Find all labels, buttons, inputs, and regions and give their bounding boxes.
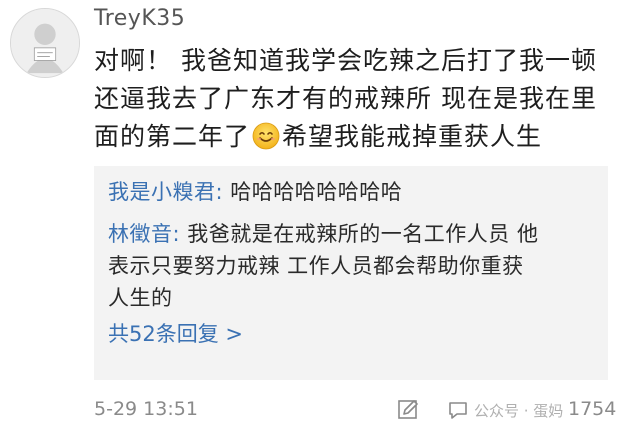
post-line: 还逼我去了广东才有的戒辣所 现在是我在里 — [94, 84, 597, 113]
post-line: 面的第二年了 — [94, 122, 251, 151]
reply-text: 哈哈哈哈哈哈哈哈 — [230, 180, 403, 204]
replies-box: 我是小糗君: 哈哈哈哈哈哈哈哈 林徵音: 我爸就是在戒辣所的一名工作人员 他 表… — [94, 166, 608, 380]
watermark: 公众号 · 蛋妈 — [474, 402, 564, 420]
smile-emoji-icon — [252, 122, 280, 150]
post-line: 对啊！ 我爸知道我学会吃辣之后打了我一顿 — [94, 46, 597, 75]
reply-separator: : — [215, 180, 231, 204]
reply-separator: : — [172, 222, 188, 246]
footer: 5-29 13:51 公众号 · 蛋妈 1754 — [94, 396, 616, 426]
post-body: 对啊！ 我爸知道我学会吃辣之后打了我一顿 还逼我去了广东才有的戒辣所 现在是我在… — [94, 42, 606, 156]
reply-text: 我爸就是在戒辣所的一名工作人员 他 — [187, 222, 539, 246]
reply-username[interactable]: 我是小糗君 — [108, 180, 216, 204]
reply-text: 人生的 — [108, 286, 173, 310]
post-line: 希望我能戒掉重获人生 — [282, 122, 543, 151]
reply: 林徵音: 我爸就是在戒辣所的一名工作人员 他 表示只要努力戒辣 工作人员都会帮助… — [108, 218, 594, 314]
more-replies-link[interactable]: 共52条回复 > — [108, 318, 594, 350]
reply: 我是小糗君: 哈哈哈哈哈哈哈哈 — [108, 176, 594, 208]
avatar[interactable] — [10, 8, 80, 78]
comment-icon[interactable] — [446, 398, 470, 422]
reply-username[interactable]: 林徵音 — [108, 222, 173, 246]
like-count[interactable]: 1754 — [568, 398, 616, 420]
username[interactable]: TreyK35 — [94, 6, 185, 31]
post-line-with-emoji: 面的第二年了 希望我能戒掉重获人生 — [94, 118, 606, 156]
reply-text: 表示只要努力戒辣 工作人员都会帮助你重获 — [108, 254, 524, 278]
edit-icon[interactable] — [396, 398, 420, 422]
comment-card: TreyK35 对啊！ 我爸知道我学会吃辣之后打了我一顿 还逼我去了广东才有的戒… — [0, 0, 624, 436]
timestamp: 5-29 13:51 — [94, 398, 198, 420]
